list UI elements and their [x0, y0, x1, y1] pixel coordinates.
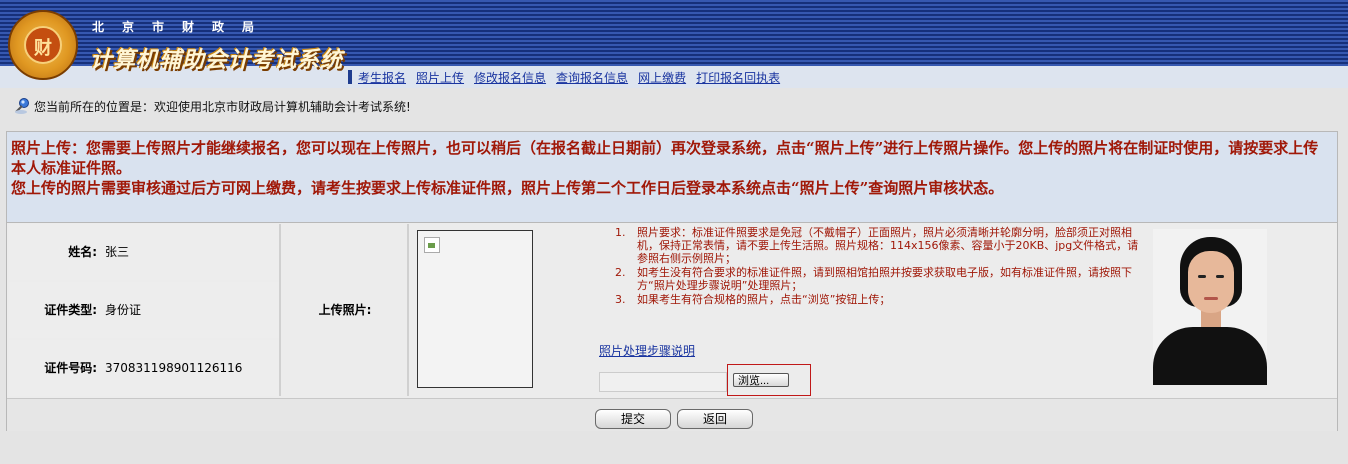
requirement-number: 1.	[615, 226, 626, 239]
photo-upload-panel: 照片上传：您需要上传照片才能继续报名，您可以现在上传照片，也可以稍后（在报名截止…	[6, 131, 1338, 431]
breadcrumb-text: 您当前所在的位置是：欢迎使用北京市财政局计算机辅助会计考试系统!	[34, 99, 411, 114]
photo-preview	[417, 230, 533, 388]
submit-button[interactable]: 提交	[595, 409, 671, 429]
breadcrumb: 您当前所在的位置是：欢迎使用北京市财政局计算机辅助会计考试系统!	[0, 92, 1348, 120]
name-value: 张三	[105, 245, 130, 259]
name-label: 姓名:	[68, 245, 97, 259]
requirement-item: 1. 照片要求：标准证件照要求是免冠（不戴帽子）正面照片，照片必须清晰并轮廓分明，…	[609, 226, 1139, 265]
requirement-number: 3.	[615, 293, 626, 306]
nav-separator	[348, 70, 352, 84]
upload-photo-label: 上传照片:	[318, 303, 372, 317]
top-nav: 考生报名 照片上传 修改报名信息 查询报名信息 网上缴费 打印报名回执表	[348, 66, 790, 88]
action-bar: 提交 返回	[7, 398, 1337, 431]
requirement-number: 2.	[615, 266, 626, 279]
logo-glyph: 财	[34, 38, 52, 59]
id-type-label: 证件类型:	[44, 303, 97, 317]
nav-online-payment[interactable]: 网上缴费	[638, 69, 686, 86]
notice-text: 照片上传：您需要上传照片才能继续报名，您可以现在上传照片，也可以稍后（在报名截止…	[7, 132, 1337, 198]
nav-edit-registration[interactable]: 修改报名信息	[474, 69, 546, 86]
back-button[interactable]: 返回	[677, 409, 753, 429]
notice-line-2: 您上传的照片需要审核通过后方可网上缴费，请考生按要求上传标准证件照，照片上传第二…	[11, 179, 1004, 197]
nav-photo-upload[interactable]: 照片上传	[416, 69, 464, 86]
broken-image-icon	[424, 237, 440, 253]
requirement-item: 3. 如果考生有符合规格的照片，点击“浏览”按钮上传；	[609, 293, 1139, 306]
info-row-id-type: 证件类型: 身份证	[9, 282, 279, 338]
photo-requirements-list: 1. 照片要求：标准证件照要求是免冠（不戴帽子）正面照片，照片必须清晰并轮廓分明，…	[609, 226, 1139, 307]
id-number-label: 证件号码:	[44, 361, 97, 375]
notice-line-1: 照片上传：您需要上传照片才能继续报名，您可以现在上传照片，也可以稍后（在报名截止…	[11, 139, 1319, 177]
file-path-input[interactable]	[599, 372, 727, 392]
logo-emblem: 财	[24, 26, 62, 64]
id-number-value: 370831198901126116	[105, 361, 243, 375]
logo-icon: 财	[8, 10, 78, 80]
nav-print-receipt[interactable]: 打印报名回执表	[696, 69, 780, 86]
header: 财 北京市财政局 计算机辅助会计考试系统 考生报名 照片上传 修改报名信息 查询…	[0, 0, 1348, 88]
requirement-text: 如果考生有符合规格的照片，点击“浏览”按钮上传；	[637, 293, 891, 306]
info-row-id-number: 证件号码: 370831198901126116	[9, 340, 279, 396]
requirement-text: 照片要求：标准证件照要求是免冠（不戴帽子）正面照片，照片必须清晰并轮廓分明，脸部…	[637, 226, 1139, 265]
location-pin-icon	[15, 98, 29, 114]
column-divider	[407, 224, 409, 396]
column-divider	[279, 224, 281, 396]
notice-box: 照片上传：您需要上传照片才能继续报名，您可以现在上传照片，也可以稍后（在报名截止…	[7, 132, 1337, 223]
photo-processing-help-link[interactable]: 照片处理步骤说明	[599, 342, 695, 359]
nav-query-registration[interactable]: 查询报名信息	[556, 69, 628, 86]
info-row-name: 姓名: 张三	[9, 224, 279, 280]
requirement-text: 如考生没有符合要求的标准证件照，请到照相馆拍照并按要求获取电子版，如有标准证件照…	[637, 266, 1132, 292]
system-title: 计算机辅助会计考试系统	[90, 48, 344, 73]
nav-register[interactable]: 考生报名	[358, 69, 406, 86]
id-type-value: 身份证	[105, 303, 142, 317]
browse-button[interactable]: 浏览...	[733, 373, 789, 387]
org-name: 北京市财政局	[92, 20, 273, 34]
sample-photo	[1153, 229, 1267, 385]
requirement-item: 2. 如考生没有符合要求的标准证件照，请到照相馆拍照并按要求获取电子版，如有标准证…	[609, 266, 1139, 292]
